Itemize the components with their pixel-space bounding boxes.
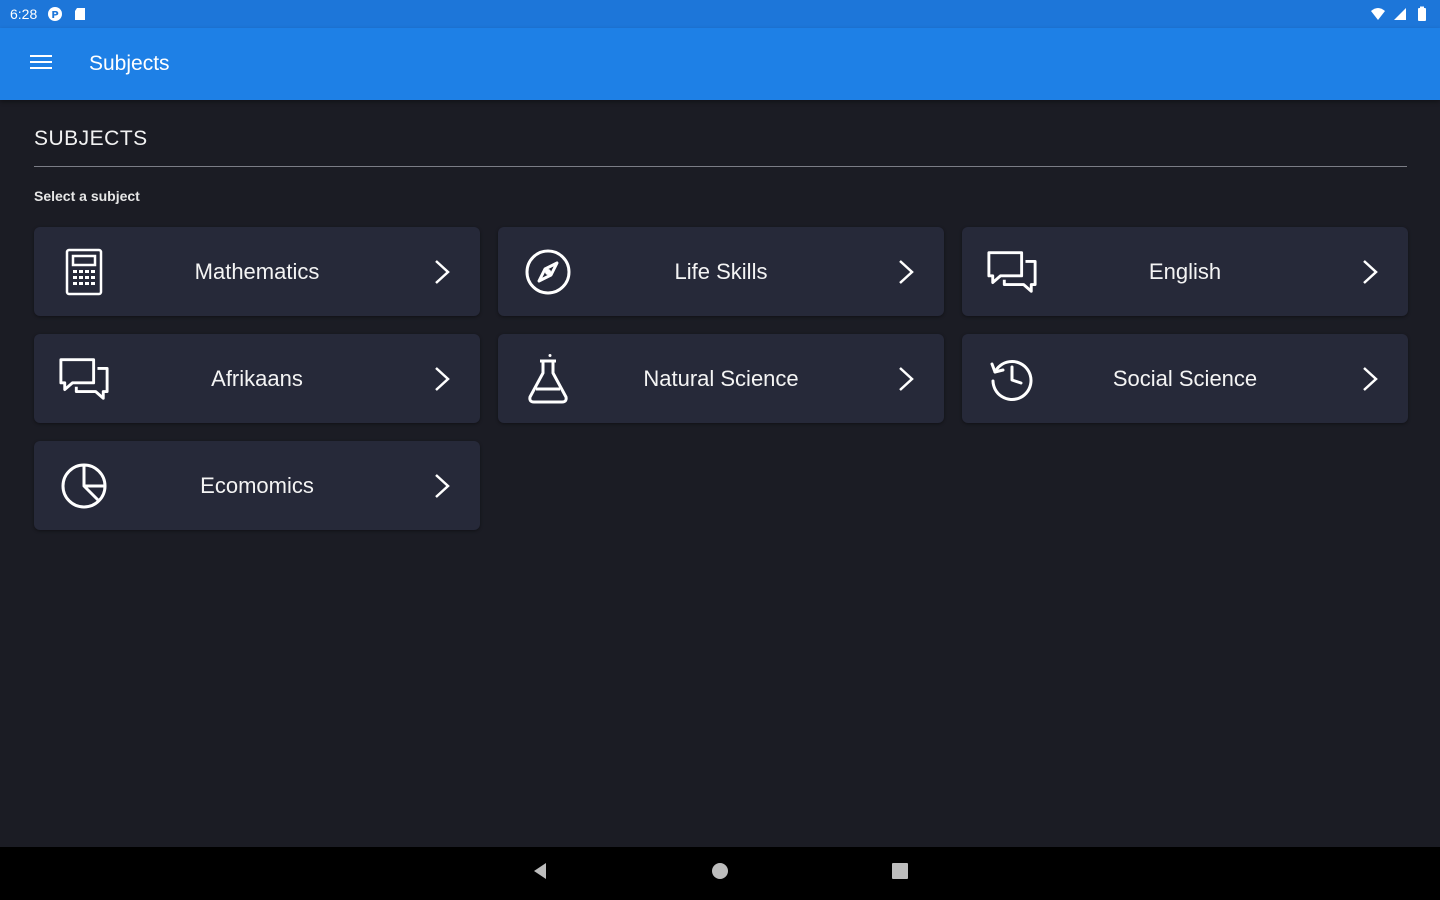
back-triangle-icon xyxy=(531,861,549,886)
subject-label: Social Science xyxy=(1112,365,1258,391)
chevron-right-icon xyxy=(1358,364,1382,394)
home-button[interactable] xyxy=(705,859,735,889)
chevron-right-icon xyxy=(1358,257,1382,287)
chevron-right-icon xyxy=(430,364,454,394)
status-time: 6:28 xyxy=(10,6,38,22)
back-button[interactable] xyxy=(525,859,555,889)
subject-card-afrikaans[interactable]: Afrikaans xyxy=(34,334,480,423)
navigation-bar xyxy=(0,847,1440,900)
subject-card-natural-science[interactable]: Natural Science xyxy=(498,334,944,423)
chevron-right-icon xyxy=(430,257,454,287)
recents-square-icon xyxy=(891,862,909,885)
wifi-icon xyxy=(1370,6,1386,22)
app-title: Subjects xyxy=(89,52,170,75)
subject-label: English xyxy=(1148,258,1222,284)
hamburger-menu-icon xyxy=(30,54,52,75)
app-bar: Subjects xyxy=(0,28,1440,100)
notification-app-icon: P xyxy=(47,6,63,22)
chevron-right-icon xyxy=(894,364,918,394)
menu-button[interactable] xyxy=(13,36,69,92)
signal-icon xyxy=(1392,6,1408,22)
home-circle-icon xyxy=(710,861,730,886)
status-bar: 6:28 P xyxy=(0,0,1440,28)
subject-card-mathematics[interactable]: Mathematics xyxy=(34,227,480,316)
recents-button[interactable] xyxy=(885,859,915,889)
subject-label: Natural Science xyxy=(643,365,799,391)
subject-card-economics[interactable]: Ecomomics xyxy=(34,441,480,530)
subject-label: Life Skills xyxy=(674,258,768,284)
subject-label: Ecomomics xyxy=(200,472,314,498)
section-title: SUBJECTS xyxy=(34,127,148,150)
subject-card-life-skills[interactable]: Life Skills xyxy=(498,227,944,316)
status-left: 6:28 P xyxy=(10,6,89,22)
divider xyxy=(34,166,1407,167)
chevron-right-icon xyxy=(894,257,918,287)
subject-label: Afrikaans xyxy=(211,365,303,391)
subject-label: Mathematics xyxy=(194,258,320,284)
svg-text:P: P xyxy=(52,10,59,21)
chevron-right-icon xyxy=(430,471,454,501)
subject-card-english[interactable]: English xyxy=(962,227,1408,316)
battery-icon xyxy=(1414,6,1430,22)
section-hint: Select a subject xyxy=(34,188,140,204)
status-right xyxy=(1370,6,1430,22)
subject-grid: Mathematics Life Skills English Afrikaan… xyxy=(34,227,1408,530)
main-content: SUBJECTS Select a subject Mathematics Li… xyxy=(34,100,1408,530)
sd-card-icon xyxy=(73,6,89,22)
subject-card-social-science[interactable]: Social Science xyxy=(962,334,1408,423)
